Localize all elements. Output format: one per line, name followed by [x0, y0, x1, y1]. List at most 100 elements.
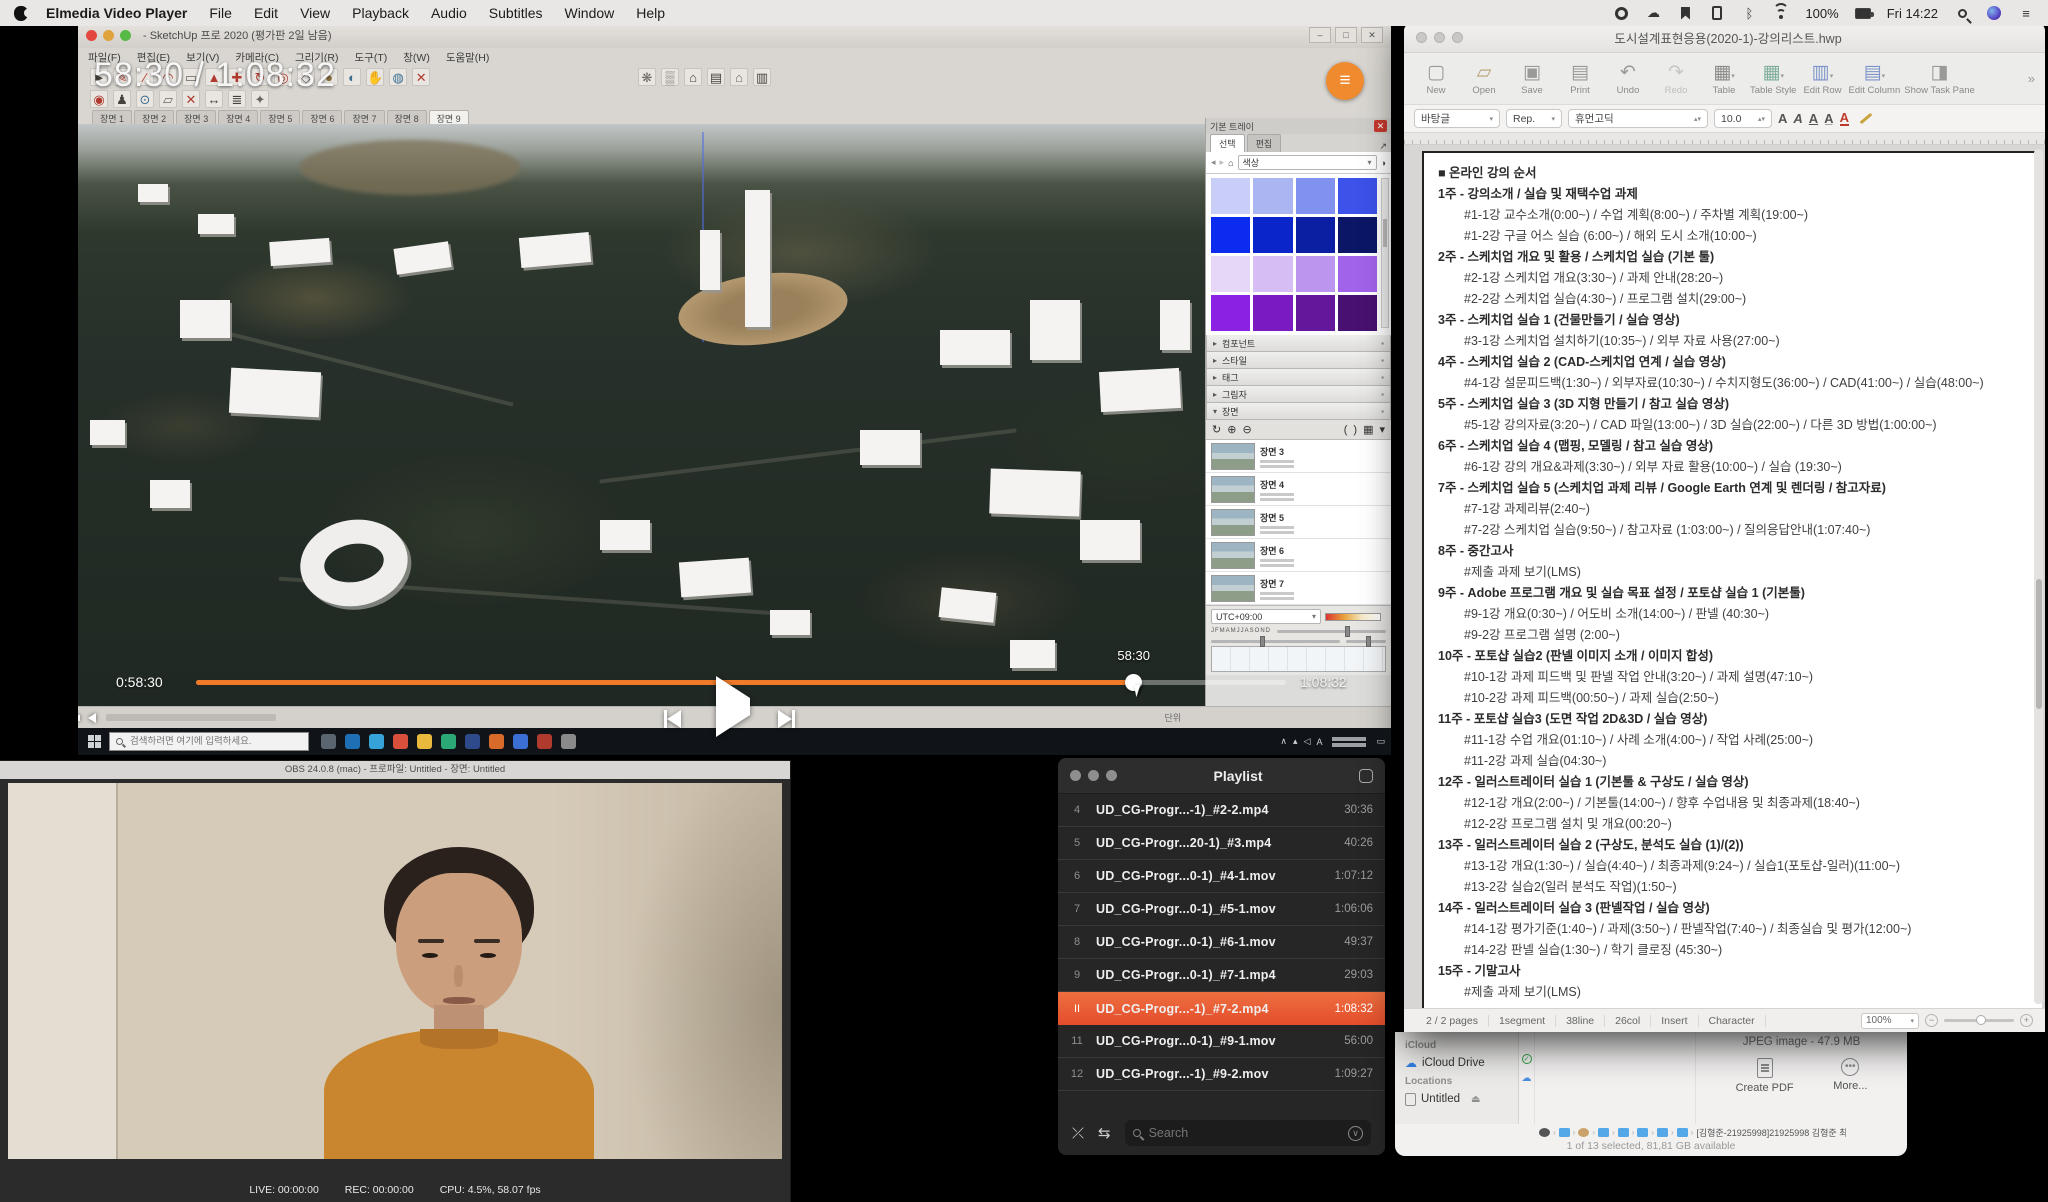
folder-path-icon[interactable] [1559, 1128, 1570, 1137]
color-swatch[interactable] [1253, 217, 1292, 253]
eject-icon[interactable]: ⏏ [1471, 1094, 1480, 1105]
home-path-icon[interactable] [1578, 1128, 1589, 1137]
apple-logo-icon[interactable] [14, 6, 28, 21]
tray-section-expanded[interactable]: ▾장면▪ [1206, 403, 1391, 420]
disk-path-icon[interactable] [1539, 1128, 1550, 1137]
notification-center-icon[interactable]: ≡ [2018, 5, 2034, 21]
fog-icon[interactable]: ▒ [661, 68, 679, 86]
color-swatch[interactable] [1211, 256, 1250, 292]
house-icon[interactable]: ⌂ [730, 68, 748, 86]
scene-tab[interactable]: 장면 3 [176, 110, 216, 124]
scene-list-item[interactable]: 장면 5 [1206, 506, 1391, 539]
add-scene-icon[interactable]: ⊕ [1227, 423, 1236, 436]
taskview-icon[interactable] [321, 734, 336, 749]
section-options-icon[interactable]: ▪ [1381, 356, 1384, 365]
tray-section-collapsed[interactable]: ▸태그▪ [1206, 369, 1391, 386]
cloud-status-icon[interactable]: ☁ [1645, 5, 1661, 21]
elmedia-menu-button[interactable]: ≡ [1326, 62, 1364, 100]
tray-network-icon[interactable]: ▴ [1293, 736, 1298, 747]
move-left-icon[interactable]: ( [1344, 424, 1348, 436]
bluetooth-icon[interactable]: ᛒ [1741, 5, 1757, 21]
zoom-tool-icon[interactable]: ◍ [389, 68, 407, 86]
scene-tab[interactable]: 장면 6 [302, 110, 342, 124]
scene-tab[interactable]: 장면 1 [92, 110, 132, 124]
window-buttons[interactable] [1070, 770, 1117, 781]
toolbar-table-style[interactable]: ▦▾Table Style [1750, 62, 1796, 96]
playlist-row[interactable]: 7UD_CG-Progr...0-1)_#5-1.mov1:06:06 [1058, 893, 1385, 926]
refresh-scene-icon[interactable]: ↻ [1212, 423, 1221, 436]
scene-list-item[interactable]: 장면 6 [1206, 539, 1391, 572]
menu-edit[interactable]: Edit [254, 5, 278, 21]
folder-path-icon[interactable] [1618, 1128, 1629, 1137]
play-button[interactable] [716, 698, 750, 716]
sample-paint-icon[interactable]: ↗ [1379, 141, 1387, 152]
menu-help[interactable]: Help [636, 5, 665, 21]
color-swatch[interactable] [1296, 256, 1335, 292]
scene-tab[interactable]: 장면 5 [260, 110, 300, 124]
edge-icon[interactable] [345, 734, 360, 749]
color-swatch[interactable] [1296, 295, 1335, 331]
app-red-icon[interactable] [537, 734, 552, 749]
path-file-name[interactable]: [김형준-21925998]21925998 김형준 최 [1696, 1126, 1846, 1139]
zoom-out-button[interactable]: − [1925, 1014, 1938, 1027]
toolbar-undo[interactable]: ↶Undo [1606, 62, 1650, 96]
menu-window[interactable]: Window [564, 5, 614, 21]
bookmark-status-icon[interactable] [1677, 5, 1693, 21]
folder-path-icon[interactable] [1637, 1128, 1648, 1137]
menubar-clock[interactable]: Fri 14:22 [1887, 6, 1938, 21]
firefox-icon[interactable] [489, 734, 504, 749]
toolbar-new[interactable]: ▢New [1414, 62, 1458, 96]
remove-scene-icon[interactable]: ⊖ [1242, 423, 1251, 436]
scene-menu-icon[interactable]: ▾ [1379, 423, 1385, 436]
color-swatch[interactable] [1253, 256, 1292, 292]
color-swatch[interactable] [1338, 256, 1377, 292]
tray-section-collapsed[interactable]: ▸컴포넌트▪ [1206, 335, 1391, 352]
bold-button[interactable]: A [1778, 111, 1787, 126]
details-icon[interactable]: ◑ [1381, 158, 1386, 168]
color-swatch[interactable] [1296, 178, 1335, 214]
toolbar-save[interactable]: ▣Save [1510, 62, 1554, 96]
playlist-row[interactable]: 5UD_CG-Progr...20-1)_#3.mp440:26 [1058, 827, 1385, 860]
sidebar-item-untitled[interactable]: Untitled ⏏ [1405, 1090, 1518, 1108]
scene-tab[interactable]: 장면 2 [134, 110, 174, 124]
zoom-extents-icon[interactable]: ✕ [412, 68, 430, 86]
more-button[interactable]: ••• More... [1833, 1058, 1867, 1094]
date-slider[interactable] [1277, 630, 1386, 633]
color-swatch[interactable] [1211, 178, 1250, 214]
tray-chevron-icon[interactable]: ∧ [1280, 736, 1287, 747]
spotlight-icon[interactable] [1954, 5, 1970, 21]
siri-icon[interactable] [1986, 5, 2002, 21]
italic-button[interactable]: A [1793, 111, 1802, 126]
materials-collection-combo[interactable]: 색상 ▾ [1238, 155, 1377, 170]
dropdown-caret-icon[interactable]: ▾ [1780, 73, 1784, 80]
timezone-combo[interactable]: UTC+09:00 ▾ [1211, 609, 1321, 624]
toolbar-overflow-icon[interactable]: » [2028, 71, 2035, 86]
next-track-button[interactable] [778, 710, 795, 728]
scene-tab[interactable]: 장면 7 [344, 110, 384, 124]
tray-section-collapsed[interactable]: ▸스타일▪ [1206, 352, 1391, 369]
menu-subtitles[interactable]: Subtitles [489, 5, 543, 21]
scene-tab[interactable]: 장면 4 [218, 110, 258, 124]
color-swatch[interactable] [1211, 217, 1250, 253]
orbit-tool-icon[interactable]: ◐ [343, 68, 361, 86]
scene-list-item[interactable]: 장면 4 [1206, 473, 1391, 506]
scene-tab[interactable]: 장면 9 [429, 110, 469, 124]
color-swatch[interactable] [1296, 217, 1335, 253]
active-app-name[interactable]: Elmedia Video Player [46, 5, 187, 21]
swatch-scrollbar[interactable] [1381, 178, 1389, 328]
window-control-button[interactable]: □ [1335, 27, 1357, 43]
color-swatch[interactable] [1253, 178, 1292, 214]
dropdown-caret-icon[interactable]: ▾ [1830, 73, 1834, 80]
playlist-row[interactable]: 11UD_CG-Progr...0-1)_#9-1.mov56:00 [1058, 1025, 1385, 1058]
section-options-icon[interactable]: ▪ [1381, 339, 1384, 348]
sketchup-icon[interactable] [561, 734, 576, 749]
photoshop-icon[interactable] [465, 734, 480, 749]
layout-icon[interactable]: ▤ [707, 68, 725, 86]
color-swatch[interactable] [1338, 295, 1377, 331]
toolbar-edit-row[interactable]: ▥▾Edit Row [1800, 62, 1844, 96]
playlist-row[interactable]: 8UD_CG-Progr...0-1)_#6-1.mov49:37 [1058, 926, 1385, 959]
menu-audio[interactable]: Audio [431, 5, 467, 21]
font-size-combo[interactable]: 10.0▴▾ [1714, 109, 1772, 128]
playlist-row[interactable]: 12UD_CG-Progr...-1)_#9-2.mov1:09:27 [1058, 1058, 1385, 1091]
seek-knob[interactable]: 58:30 [1125, 674, 1142, 691]
